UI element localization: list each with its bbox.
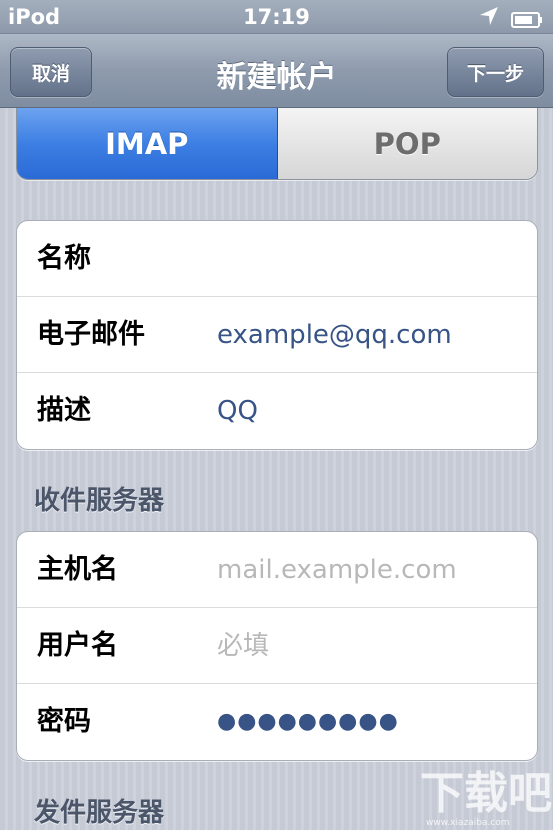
username-row[interactable]: 用户名 必填	[17, 608, 537, 684]
incoming-server-header: 收件服务器	[34, 486, 165, 516]
protocol-segmented-control: IMAP POP	[16, 108, 538, 180]
host-row[interactable]: 主机名 mail.example.com	[17, 532, 537, 608]
svg-text:下载吧: 下载吧	[420, 768, 552, 819]
username-field[interactable]: 必填	[217, 608, 269, 684]
location-arrow-icon	[478, 5, 500, 27]
host-label: 主机名	[37, 554, 118, 585]
email-label: 电子邮件	[37, 319, 145, 350]
outgoing-server-header: 发件服务器	[34, 798, 165, 828]
password-label: 密码	[37, 706, 91, 737]
description-label: 描述	[37, 395, 91, 426]
name-label: 名称	[37, 243, 91, 274]
password-row[interactable]: 密码 ●●●●●●●●●	[17, 684, 537, 760]
watermark-logo: 下载吧 www.xiazaiba.com	[412, 760, 553, 830]
host-field[interactable]: mail.example.com	[217, 532, 457, 608]
watermark-url: www.xiazaiba.com	[426, 818, 510, 828]
name-row[interactable]: 名称	[17, 221, 537, 297]
segment-pop[interactable]: POP	[277, 108, 537, 179]
password-field[interactable]: ●●●●●●●●●	[217, 684, 399, 760]
description-row[interactable]: 描述 QQ	[17, 373, 537, 449]
description-field[interactable]: QQ	[217, 373, 258, 449]
name-field[interactable]	[205, 232, 325, 280]
email-row[interactable]: 电子邮件 example@qq.com	[17, 297, 537, 373]
email-field[interactable]: example@qq.com	[217, 297, 452, 373]
next-button[interactable]: 下一步	[447, 47, 544, 97]
status-bar: iPod 17:19	[0, 0, 553, 34]
segment-imap[interactable]: IMAP	[17, 108, 278, 179]
incoming-server-group: 主机名 mail.example.com 用户名 必填 密码 ●●●●●●●●●	[16, 531, 538, 761]
account-info-group: 名称 电子邮件 example@qq.com 描述 QQ	[16, 220, 538, 450]
battery-icon	[511, 9, 543, 28]
status-time: 17:19	[243, 5, 310, 29]
username-label: 用户名	[37, 630, 118, 661]
navigation-bar: 取消 新建帐户 下一步	[0, 34, 553, 108]
